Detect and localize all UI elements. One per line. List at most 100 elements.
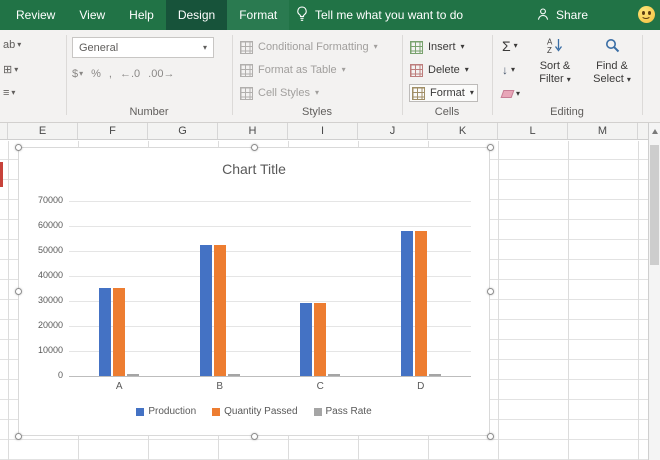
- selection-handle[interactable]: [486, 288, 494, 295]
- column-header-partial[interactable]: [638, 123, 648, 139]
- tab-help[interactable]: Help: [117, 0, 166, 30]
- vertical-scrollbar[interactable]: [648, 123, 660, 460]
- clear-button[interactable]: ▾: [500, 85, 520, 103]
- tab-format[interactable]: Format: [227, 0, 290, 30]
- column-header-e[interactable]: E: [8, 123, 78, 139]
- button-label: Sort & Filter ▾: [539, 60, 571, 85]
- selection-handle[interactable]: [250, 432, 258, 440]
- format-button[interactable]: Format ▾: [410, 85, 477, 101]
- chevron-down-icon: ▾: [566, 75, 571, 84]
- autosum-button[interactable]: Σ ▾: [502, 37, 518, 55]
- find-select-button[interactable]: Find & Select ▾: [587, 35, 637, 86]
- bar-production[interactable]: [400, 231, 413, 376]
- bar-pass-rate[interactable]: [428, 374, 441, 376]
- y-tick-label: 20000: [37, 320, 63, 330]
- group-separator: [402, 35, 403, 115]
- chevron-down-icon: ▾: [513, 41, 518, 50]
- bar-production[interactable]: [199, 245, 212, 376]
- wrap-text-button[interactable]: ab ▾: [3, 39, 21, 51]
- chevron-down-icon: ▾: [11, 88, 16, 97]
- chevron-down-icon: ▾: [17, 40, 22, 49]
- button-label: Find & Select ▾: [593, 60, 631, 85]
- increase-decimal-button[interactable]: ←.0: [120, 68, 140, 80]
- column-header-partial[interactable]: [0, 123, 8, 139]
- clipped-red-object: [0, 162, 3, 187]
- chevron-down-icon: ▾: [14, 64, 19, 74]
- bar-quantity-passed[interactable]: [113, 288, 126, 376]
- share-button[interactable]: Share: [536, 0, 588, 30]
- group-separator: [66, 35, 67, 115]
- eraser-icon: [500, 90, 515, 98]
- number-small-buttons: $ ▾%, ←.0 .00→: [72, 68, 174, 80]
- conditional-formatting-button[interactable]: Conditional Formatting ▾: [240, 39, 378, 55]
- comma-style-button[interactable]: ,: [109, 68, 112, 80]
- format-as-table-button[interactable]: Format as Table ▾: [240, 62, 378, 78]
- number-format-value: General: [79, 41, 119, 54]
- column-header-k[interactable]: K: [428, 123, 498, 139]
- legend-item-quantity-passed[interactable]: Quantity Passed: [212, 406, 298, 417]
- column-header-l[interactable]: L: [498, 123, 568, 139]
- scroll-up-button[interactable]: [649, 123, 660, 140]
- format-as-table-icon: [240, 63, 253, 77]
- tell-me-box[interactable]: Tell me what you want to do: [296, 0, 463, 30]
- align-lines-icon: ≡: [3, 87, 10, 99]
- column-header-j[interactable]: J: [358, 123, 428, 139]
- y-tick-label: 30000: [37, 295, 63, 305]
- bar-pass-rate[interactable]: [227, 374, 240, 376]
- styles-group-buttons: Conditional Formatting ▾ Format as Table ▾ C…: [240, 39, 378, 108]
- bar-quantity-passed[interactable]: [414, 231, 427, 376]
- selection-handle[interactable]: [14, 143, 22, 151]
- delete-button[interactable]: Delete ▾: [410, 62, 477, 78]
- legend-item-production[interactable]: Production: [136, 406, 196, 417]
- chart-legend[interactable]: Production Quantity Passed Pass Rate: [19, 406, 489, 417]
- column-header-f[interactable]: F: [78, 123, 148, 139]
- accounting-format-button[interactable]: $ ▾: [72, 68, 83, 80]
- wrap-text-icon: ab: [3, 39, 16, 51]
- legend-item-pass-rate[interactable]: Pass Rate: [313, 406, 372, 417]
- legend-swatch: [136, 407, 145, 416]
- group-separator: [492, 35, 493, 115]
- chart-plot: [69, 201, 471, 376]
- y-tick-label: 40000: [37, 270, 63, 280]
- smiley-emoji-icon[interactable]: [638, 6, 655, 23]
- column-header-m[interactable]: M: [568, 123, 638, 139]
- chevron-down-icon: ▾: [511, 65, 516, 74]
- bar-quantity-passed[interactable]: [213, 245, 226, 376]
- column-header-i[interactable]: I: [288, 123, 358, 139]
- y-tick-label: 60000: [37, 220, 63, 230]
- percent-style-button[interactable]: %: [91, 68, 101, 80]
- legend-swatch: [212, 407, 221, 416]
- cell-styles-button[interactable]: Cell Styles ▾: [240, 85, 378, 101]
- fill-button[interactable]: ↓ ▾: [502, 61, 515, 79]
- selection-handle[interactable]: [486, 432, 494, 440]
- bar-quantity-passed[interactable]: [314, 303, 327, 376]
- decrease-decimal-button[interactable]: .00→: [148, 68, 174, 80]
- selection-handle[interactable]: [14, 432, 22, 440]
- tab-view[interactable]: View: [67, 0, 117, 30]
- sort-filter-button[interactable]: A Z Sort & Filter ▾: [530, 35, 580, 86]
- tab-review[interactable]: Review: [4, 0, 67, 30]
- selection-handle[interactable]: [486, 143, 494, 151]
- tab-design[interactable]: Design: [165, 0, 228, 30]
- ribbon: ab ▾ ⊞ ▾ ≡ ▾ General ▾ $ ▾%, ←.0.00→ Conditio…: [0, 30, 660, 123]
- bar-production[interactable]: [300, 303, 313, 376]
- excel-window: Review View Help Design Format Tell me what …: [0, 0, 660, 460]
- bar-pass-rate[interactable]: [127, 374, 140, 376]
- button-label: Insert: [428, 41, 456, 53]
- scrollbar-thumb[interactable]: [650, 145, 659, 265]
- number-format-select[interactable]: General ▾: [72, 37, 214, 58]
- chevron-down-icon: ▾: [79, 69, 84, 78]
- tell-me-label: Tell me what you want to do: [315, 8, 464, 22]
- bar-production[interactable]: [99, 288, 112, 376]
- bar-pass-rate[interactable]: [328, 374, 341, 376]
- selection-handle[interactable]: [250, 143, 258, 151]
- chart[interactable]: Chart Title 0 10000 20000 30000 40000 50000 60…: [14, 143, 494, 440]
- column-header-g[interactable]: G: [148, 123, 218, 139]
- merge-center-button[interactable]: ⊞ ▾: [3, 63, 18, 76]
- insert-button[interactable]: Insert ▾: [410, 39, 477, 55]
- alignment-button[interactable]: ≡ ▾: [3, 87, 15, 99]
- percent-style-icon: %: [91, 68, 101, 80]
- column-header-h[interactable]: H: [218, 123, 288, 139]
- selection-handle[interactable]: [14, 288, 22, 295]
- cells-group-buttons: Insert ▾ Delete ▾ Format ▾: [410, 39, 477, 108]
